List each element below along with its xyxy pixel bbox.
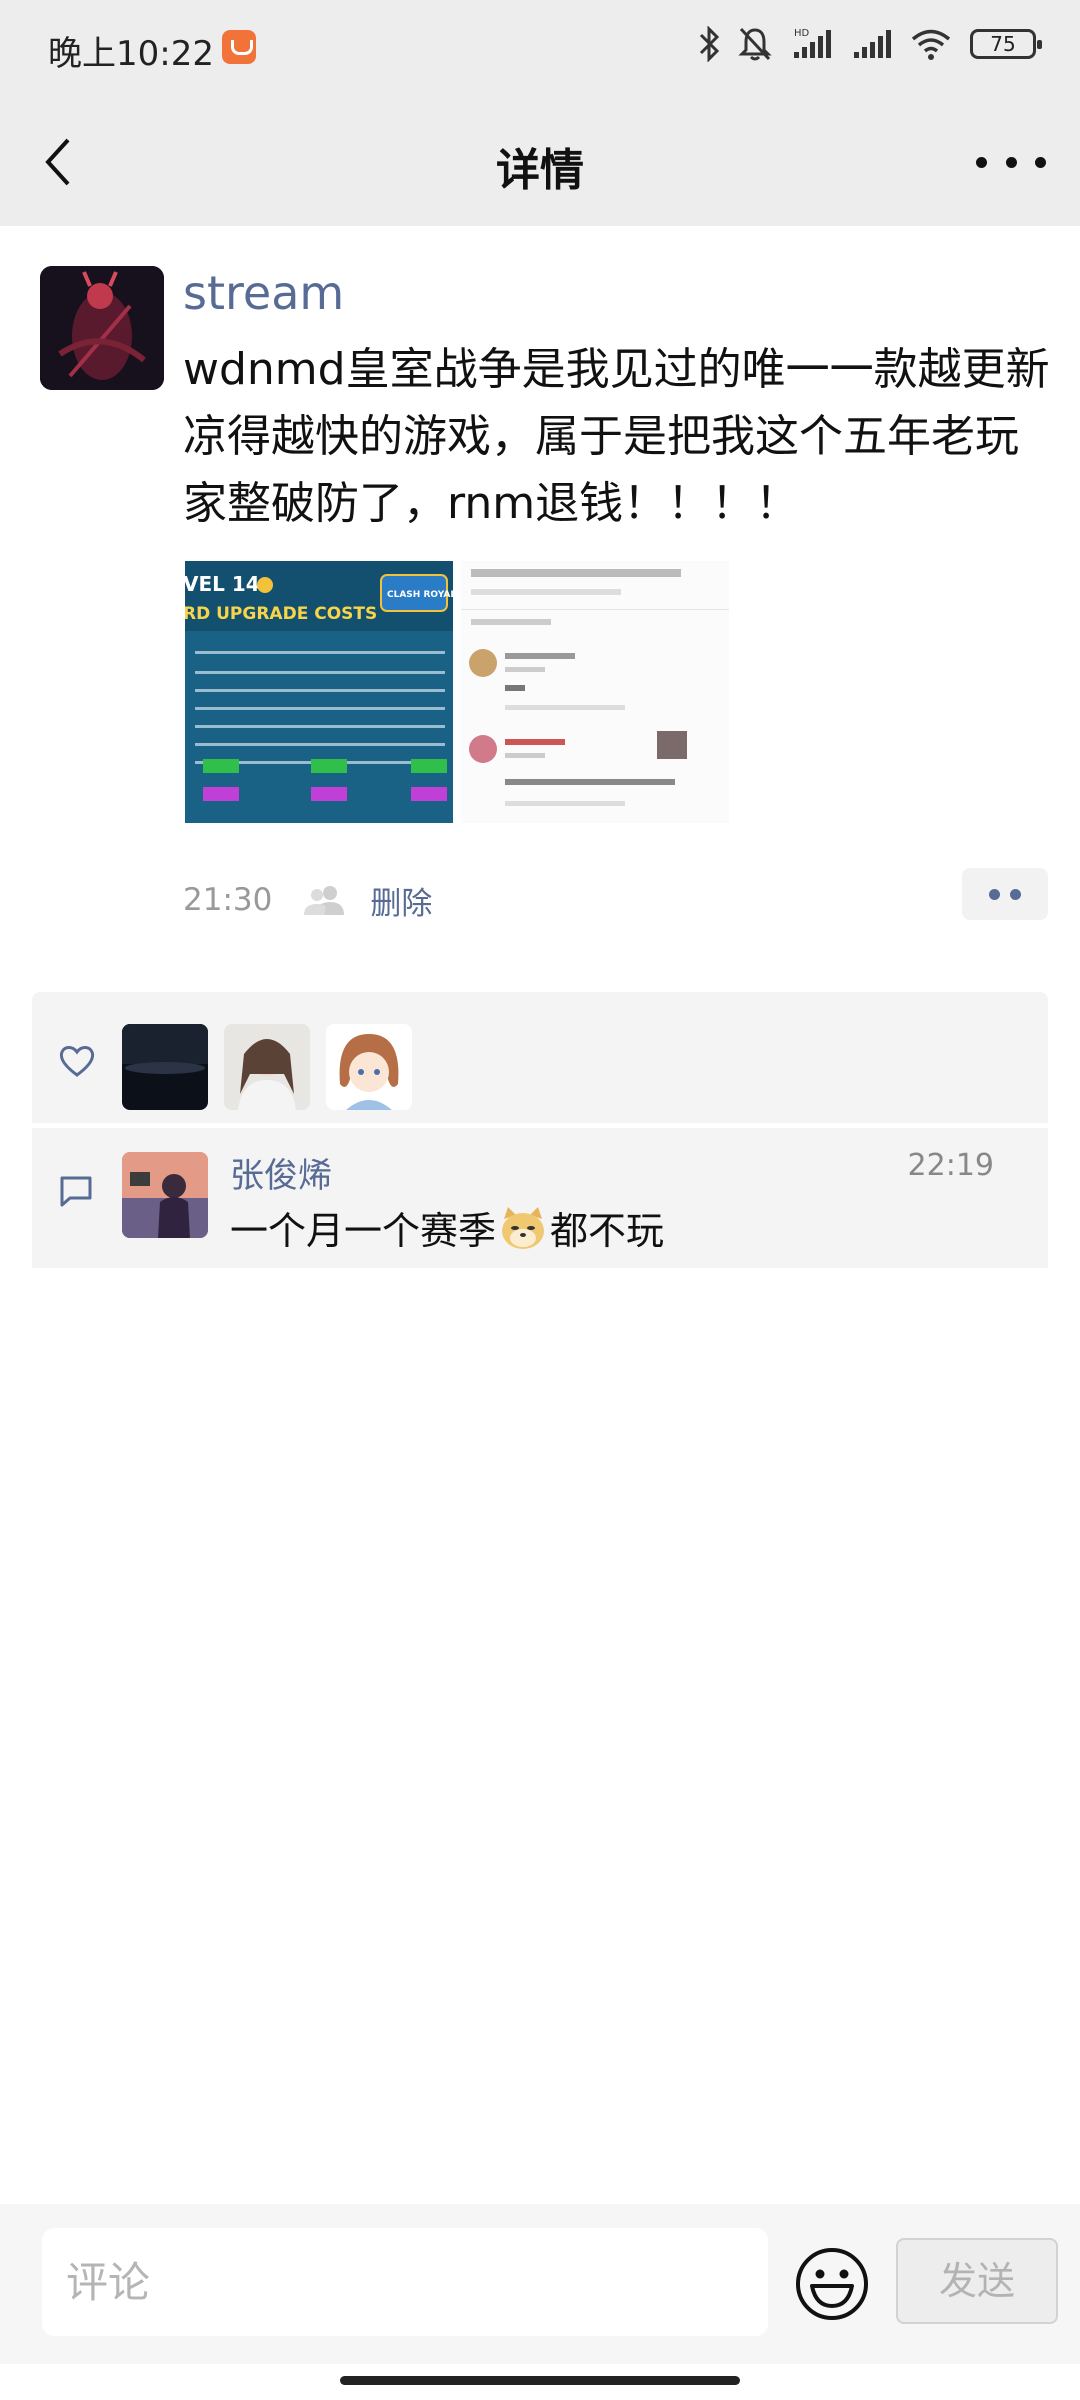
signal-hd-icon: HD [794, 28, 831, 58]
shopping-bag-icon [222, 30, 256, 64]
status-time: 晚上10:22 [48, 34, 214, 74]
likes-section [32, 992, 1048, 1123]
like-avatar[interactable] [326, 1024, 412, 1110]
send-button[interactable]: 发送 [896, 2238, 1058, 2324]
page-title: 详情 [496, 145, 584, 196]
avatar-image [122, 1024, 208, 1110]
avatar-image [122, 1152, 208, 1238]
more-dot [1035, 156, 1046, 168]
smiley-icon [796, 2248, 868, 2320]
status-bar: 晚上10:22 HD 75 [0, 0, 1080, 96]
post-meta: 21:30 删除 [183, 878, 432, 923]
more-dot [976, 156, 987, 168]
action-dot [989, 888, 1000, 900]
signal-icon [854, 30, 891, 58]
header: 详情 [0, 96, 1080, 226]
mute-bell-icon [738, 27, 772, 61]
comment-text: 一个月一个赛季 都不玩 [230, 1200, 664, 1255]
comment-screenshot-image[interactable] [461, 561, 729, 823]
commenter-avatar[interactable] [122, 1152, 208, 1238]
comment-text-part: 都不玩 [550, 1209, 665, 1253]
home-indicator[interactable] [340, 2376, 740, 2385]
like-avatar[interactable] [224, 1024, 310, 1110]
bluetooth-icon [699, 26, 720, 62]
comment-like-action-button[interactable] [962, 868, 1048, 920]
wifi-icon [911, 29, 951, 60]
emoji-button[interactable] [794, 2246, 870, 2322]
like-avatar[interactable] [122, 1024, 208, 1110]
card-upgrade-costs-image[interactable]: VEL 14 RD UPGRADE COSTS CLASH ROYALE [185, 561, 453, 823]
friends-icon [304, 886, 345, 915]
comment-time: 22:19 [907, 1148, 994, 1183]
avatar-image [40, 266, 164, 390]
status-icons: HD 75 [698, 26, 1042, 62]
svg-text:CLASH ROYALE: CLASH ROYALE [387, 590, 453, 600]
doge-emoji-icon [502, 1206, 545, 1249]
comment-text-part: 一个月一个赛季 [230, 1209, 497, 1253]
comment-icon [60, 1176, 92, 1207]
comment-bar: 发送 [0, 2204, 1080, 2364]
commenter-name[interactable]: 张俊烯 [230, 1148, 332, 1197]
author-name[interactable]: stream [183, 266, 344, 320]
post-text: wdnmd皇室战争是我见过的唯一一款越更新凉得越快的游戏，属于是把我这个五年老玩… [183, 344, 1050, 529]
svg-text:VEL 14: VEL 14 [185, 572, 260, 596]
delete-link[interactable]: 删除 [370, 878, 432, 923]
svg-text:HD: HD [794, 28, 810, 39]
upgrade-table-image: VEL 14 RD UPGRADE COSTS CLASH ROYALE [185, 561, 453, 823]
action-dot [1010, 888, 1021, 900]
avatar-image [224, 1024, 310, 1110]
post-images: VEL 14 RD UPGRADE COSTS CLASH ROYALE [185, 561, 729, 823]
avatar-image [326, 1024, 412, 1110]
svg-text:RD UPGRADE COSTS: RD UPGRADE COSTS [185, 604, 377, 624]
comment-input[interactable] [42, 2228, 768, 2336]
battery-icon: 75 [970, 29, 1042, 59]
screenshot-image [461, 561, 729, 823]
more-dot [1005, 156, 1017, 168]
comments-section: 张俊烯 22:19 一个月一个赛季 都不玩 [32, 1128, 1048, 1268]
more-button[interactable] [976, 132, 1046, 192]
post-time: 21:30 [183, 882, 273, 918]
heart-icon [59, 1046, 95, 1077]
author-avatar[interactable] [40, 266, 164, 390]
